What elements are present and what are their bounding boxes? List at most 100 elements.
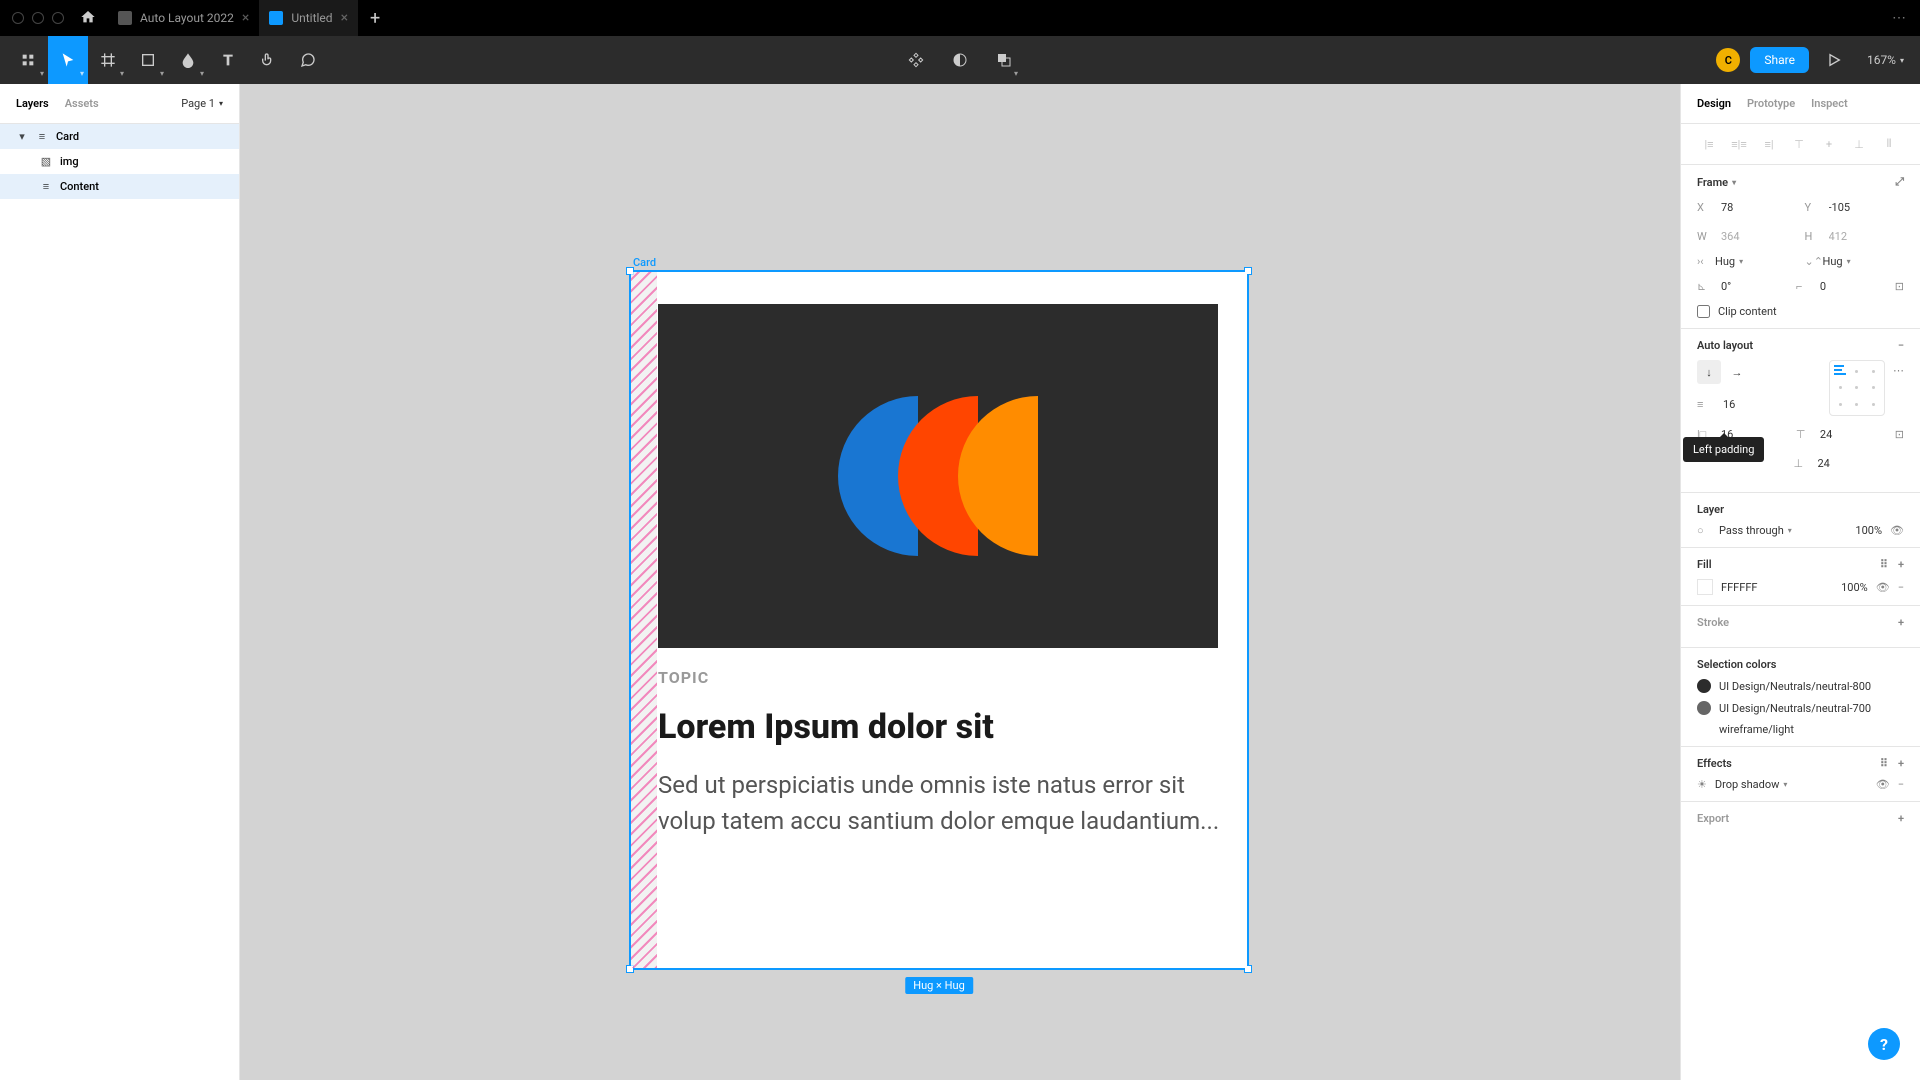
layer-name: Card bbox=[56, 130, 79, 143]
stroke-title: Stroke bbox=[1697, 616, 1729, 629]
rotation-input[interactable] bbox=[1717, 276, 1777, 297]
frame-tool[interactable]: ▾ bbox=[88, 36, 128, 84]
x-input[interactable] bbox=[1717, 197, 1777, 218]
maximize-window[interactable] bbox=[52, 12, 64, 24]
resize-v-select[interactable]: ⌄⌃Hug▾ bbox=[1805, 255, 1905, 268]
component-icon[interactable] bbox=[898, 36, 934, 84]
blend-mode-select[interactable]: Pass through▾ bbox=[1719, 524, 1847, 537]
radius-input[interactable] bbox=[1816, 276, 1876, 297]
page-selector[interactable]: Page 1▾ bbox=[181, 97, 223, 110]
layer-row-card[interactable]: ▾ ≡ Card bbox=[0, 124, 239, 149]
canvas[interactable]: Card TOPIC Lorem Ipsum dolor sit Sed ut … bbox=[240, 84, 1680, 1080]
remove-effect-icon[interactable]: − bbox=[1898, 778, 1904, 791]
layer-title: Layer bbox=[1697, 503, 1724, 516]
independent-corners-icon[interactable]: ⊡ bbox=[1895, 280, 1904, 293]
present-button[interactable] bbox=[1819, 36, 1849, 84]
mask-icon[interactable] bbox=[942, 36, 978, 84]
main-menu-button[interactable]: ▾ bbox=[8, 36, 48, 84]
padding-bottom-input[interactable] bbox=[1814, 453, 1874, 474]
spacing-input[interactable] bbox=[1719, 394, 1779, 415]
boolean-icon[interactable]: ▾ bbox=[986, 36, 1022, 84]
close-window[interactable] bbox=[12, 12, 24, 24]
fill-opacity[interactable]: 100% bbox=[1841, 581, 1868, 594]
style-icon[interactable]: ⠿ bbox=[1880, 558, 1888, 571]
visibility-icon[interactable]: 👁 bbox=[1876, 778, 1890, 791]
autolayout-more-icon[interactable]: ⋯ bbox=[1893, 364, 1904, 377]
layer-name: Content bbox=[60, 180, 99, 193]
remove-fill-icon[interactable]: − bbox=[1898, 581, 1904, 594]
padding-top-input[interactable] bbox=[1816, 424, 1876, 445]
independent-padding-icon[interactable]: ⊡ bbox=[1895, 428, 1904, 441]
direction-horizontal[interactable]: → bbox=[1725, 360, 1749, 384]
style-icon[interactable]: ⠿ bbox=[1880, 757, 1888, 770]
align-center-v-icon[interactable]: + bbox=[1817, 132, 1841, 156]
visibility-icon[interactable]: 👁 bbox=[1890, 524, 1904, 537]
effect-settings-icon[interactable]: ☀ bbox=[1697, 778, 1707, 791]
text-tool[interactable] bbox=[208, 36, 248, 84]
hand-tool[interactable] bbox=[248, 36, 288, 84]
fill-swatch[interactable] bbox=[1697, 579, 1713, 595]
right-panel: Design Prototype Inspect |≡ ≡|≡ ≡| ⊤ + ⊥… bbox=[1680, 84, 1920, 1080]
resize-h-select[interactable]: ›‹Hug▾ bbox=[1697, 255, 1797, 268]
add-effect-icon[interactable]: + bbox=[1898, 757, 1904, 770]
spacing-icon: ≡ bbox=[1697, 398, 1711, 411]
direction-vertical[interactable]: ↓ bbox=[1697, 360, 1721, 384]
tab-layers[interactable]: Layers bbox=[16, 97, 49, 110]
frame-label[interactable]: Card bbox=[633, 256, 656, 269]
clip-content-checkbox[interactable] bbox=[1697, 305, 1710, 318]
layer-row-img[interactable]: ▧ img bbox=[0, 149, 239, 174]
zoom-level[interactable]: 167%▾ bbox=[1859, 53, 1912, 67]
menu-dots[interactable]: ⋯ bbox=[1892, 10, 1908, 26]
minimize-window[interactable] bbox=[32, 12, 44, 24]
move-tool[interactable]: ▾ bbox=[48, 36, 88, 84]
avatar[interactable]: C bbox=[1716, 48, 1740, 72]
frame-section: Frame ▾⤢ X Y W H ›‹Hug▾ ⌄⌃Hug▾ ⊾ ⌐ ⊡ Cli… bbox=[1681, 165, 1920, 329]
layer-opacity[interactable]: 100% bbox=[1855, 524, 1882, 537]
layer-row-content[interactable]: ≡ Content bbox=[0, 174, 239, 199]
resize-fit-icon[interactable]: ⤢ bbox=[1895, 175, 1904, 189]
close-icon[interactable]: × bbox=[341, 10, 348, 26]
fill-title: Fill bbox=[1697, 558, 1712, 571]
tab-auto-layout[interactable]: Auto Layout 2022 × bbox=[108, 0, 259, 36]
y-input[interactable] bbox=[1825, 197, 1885, 218]
fill-hex[interactable]: FFFFFF bbox=[1721, 581, 1833, 594]
h-label: H bbox=[1805, 230, 1819, 243]
tab-inspect[interactable]: Inspect bbox=[1811, 97, 1848, 110]
align-left-icon[interactable]: |≡ bbox=[1697, 132, 1721, 156]
align-top-icon[interactable]: ⊤ bbox=[1787, 132, 1811, 156]
remove-autolayout-icon[interactable]: − bbox=[1898, 339, 1904, 352]
tab-untitled[interactable]: Untitled × bbox=[259, 0, 358, 36]
alignment-grid[interactable] bbox=[1829, 360, 1885, 416]
w-input[interactable] bbox=[1717, 226, 1777, 247]
add-fill-icon[interactable]: + bbox=[1898, 558, 1904, 571]
new-tab-button[interactable]: + bbox=[358, 8, 392, 29]
effect-type-select[interactable]: Drop shadow▾ bbox=[1715, 778, 1868, 791]
fill-section: Fill ⠿ + FFFFFF 100% 👁 − bbox=[1681, 548, 1920, 606]
h-input[interactable] bbox=[1825, 226, 1885, 247]
card-body: Sed ut perspiciatis unde omnis iste natu… bbox=[658, 767, 1220, 839]
pen-tool[interactable]: ▾ bbox=[168, 36, 208, 84]
align-center-h-icon[interactable]: ≡|≡ bbox=[1727, 132, 1751, 156]
tab-design[interactable]: Design bbox=[1697, 97, 1731, 110]
frame-title[interactable]: Frame ▾ bbox=[1697, 176, 1736, 189]
home-icon[interactable] bbox=[80, 9, 96, 28]
shape-tool[interactable]: ▾ bbox=[128, 36, 168, 84]
close-icon[interactable]: × bbox=[242, 10, 249, 26]
visibility-icon[interactable]: 👁 bbox=[1876, 581, 1890, 594]
tab-prototype[interactable]: Prototype bbox=[1747, 97, 1795, 110]
color-row[interactable]: wireframe/light bbox=[1697, 723, 1904, 736]
comment-tool[interactable] bbox=[288, 36, 328, 84]
tab-assets[interactable]: Assets bbox=[65, 97, 99, 110]
effects-title: Effects bbox=[1697, 757, 1732, 770]
titlebar: Auto Layout 2022 × Untitled × + ⋯ bbox=[0, 0, 1920, 36]
add-stroke-icon[interactable]: + bbox=[1898, 616, 1904, 629]
distribute-icon[interactable]: ⫴ bbox=[1877, 132, 1901, 156]
color-row[interactable]: UI Design/Neutrals/neutral-800 bbox=[1697, 679, 1904, 693]
help-button[interactable]: ? bbox=[1868, 1028, 1900, 1060]
padding-indicator-left[interactable] bbox=[631, 272, 657, 968]
add-export-icon[interactable]: + bbox=[1898, 812, 1904, 825]
align-bottom-icon[interactable]: ⊥ bbox=[1847, 132, 1871, 156]
share-button[interactable]: Share bbox=[1750, 47, 1809, 73]
align-right-icon[interactable]: ≡| bbox=[1757, 132, 1781, 156]
color-row[interactable]: UI Design/Neutrals/neutral-700 bbox=[1697, 701, 1904, 715]
